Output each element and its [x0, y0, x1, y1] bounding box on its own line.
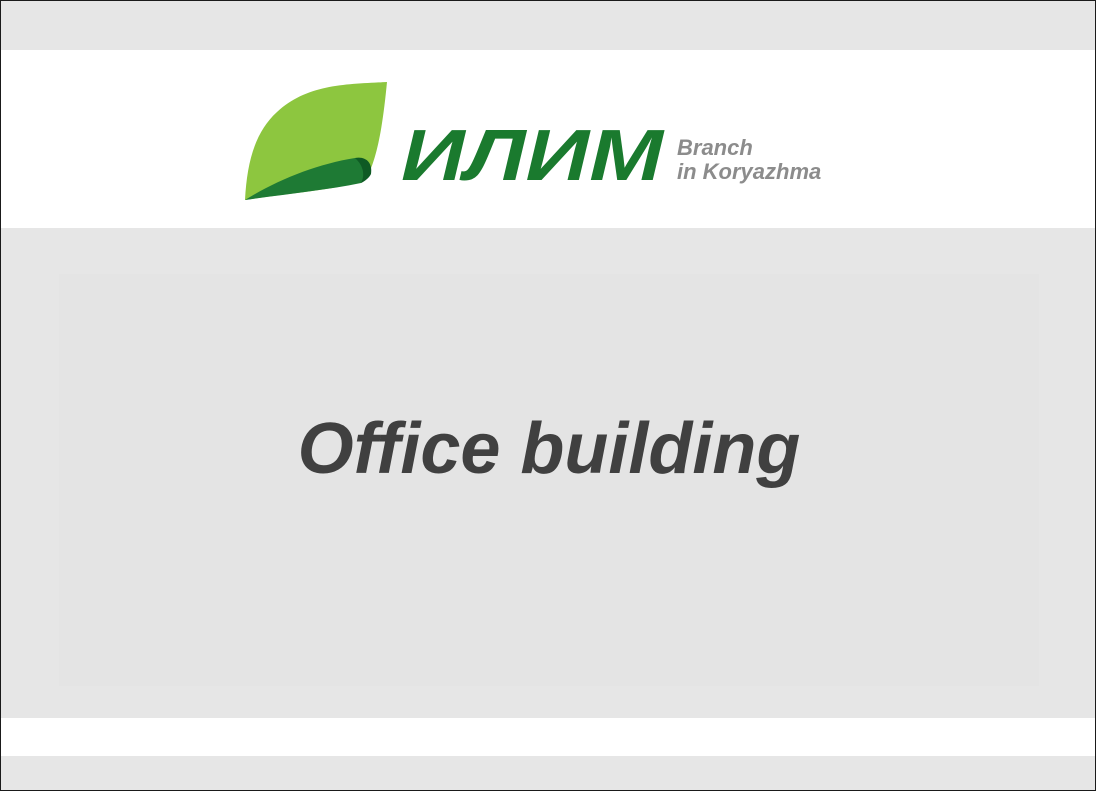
slide: ИЛИМ Branch in Koryazhma Office building — [0, 0, 1096, 791]
branch-line-2: in Koryazhma — [677, 159, 822, 184]
company-logo: ИЛИМ Branch in Koryazhma — [237, 52, 911, 202]
top-band — [1, 1, 1095, 50]
main-band: Office building — [1, 228, 1095, 718]
white-stripe — [1, 718, 1095, 756]
branch-label: Branch in Koryazhma — [677, 136, 821, 184]
page-title: Office building — [297, 409, 801, 489]
branch-line-1: Branch — [677, 135, 753, 160]
leaf-logo-icon — [245, 82, 387, 200]
logo-wordmark: ИЛИМ — [401, 116, 665, 196]
header: ИЛИМ Branch in Koryazhma — [1, 50, 1095, 228]
bottom-band — [1, 756, 1095, 790]
title-panel: Office building — [59, 274, 1039, 686]
